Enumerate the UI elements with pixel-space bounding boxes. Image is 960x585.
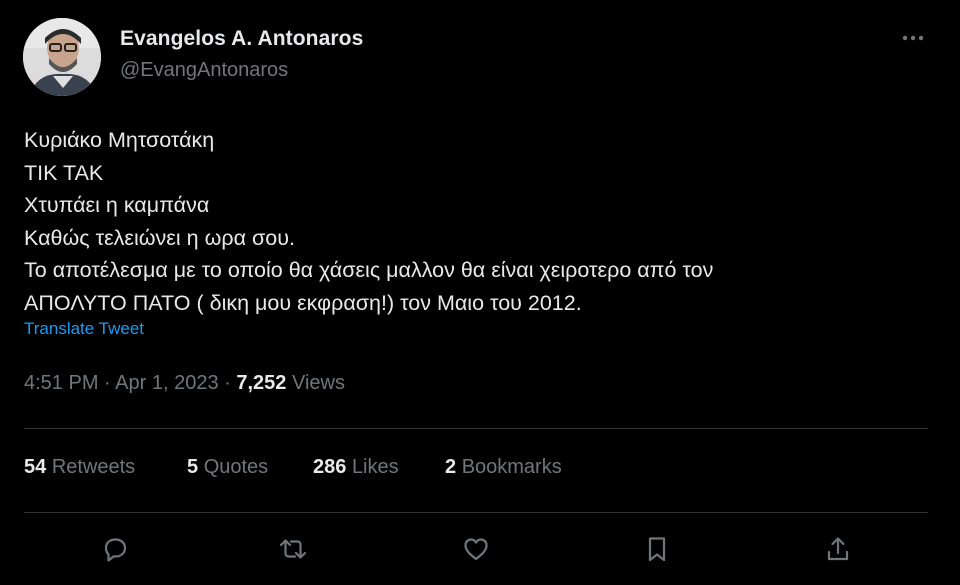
author-name[interactable]: Evangelos A. Antonaros (120, 27, 363, 51)
meta-separator: · (98, 372, 116, 394)
bookmarks-count: 2 (445, 456, 457, 478)
tweet-text-line: Καθώς τελειώνει η ωρα σου. (24, 225, 295, 250)
like-button[interactable] (459, 532, 493, 566)
quotes-label: Quotes (203, 456, 269, 478)
quotes-stat[interactable]: 5 Quotes (187, 456, 268, 479)
likes-count: 286 (313, 456, 347, 478)
reply-button[interactable] (98, 532, 132, 566)
likes-stat[interactable]: 286 Likes (313, 456, 399, 479)
share-button[interactable] (821, 532, 855, 566)
tweet-meta: 4:51 PM · Apr 1, 2023 · 7,252 Views (24, 372, 345, 395)
views-label: Views (291, 372, 345, 394)
tweet-text-line: ΑΠΟΛΥΤΟ ΠΑΤΟ ( δικη μου εκφραση!) τον Μα… (24, 290, 582, 315)
more-options-button[interactable] (892, 28, 932, 48)
reply-icon (104, 538, 127, 562)
likes-label: Likes (351, 456, 399, 478)
retweets-stat[interactable]: 54 Retweets (24, 456, 135, 479)
avatar[interactable] (23, 18, 101, 96)
views-count: 7,252 (236, 372, 287, 394)
divider (24, 512, 928, 513)
bookmark-icon (648, 537, 666, 562)
share-icon (827, 537, 849, 561)
retweet-icon (279, 539, 307, 559)
heart-icon (464, 538, 488, 561)
tweet-time[interactable]: 4:51 PM (24, 372, 98, 394)
tweet-date[interactable]: Apr 1, 2023 (115, 372, 218, 394)
tweet-text-line: Το αποτέλεσμα με το οποίο θα χάσεις μαλλ… (24, 258, 714, 282)
avatar-photo (23, 18, 101, 96)
divider (24, 428, 928, 429)
tweet-text-line: Κυριάκο Μητσοτάκη (24, 128, 215, 152)
bookmarks-label: Bookmarks (461, 456, 562, 478)
tweet-text-line: ΤΙΚ ΤΑΚ (24, 160, 104, 185)
tweet-card: Evangelos A. Antonaros @EvangAntonaros Κ… (0, 0, 960, 585)
author-handle[interactable]: @EvangAntonaros (120, 59, 288, 82)
retweets-count: 54 (24, 456, 47, 478)
tweet-text-line: Χτυπάει η καμπάνα (24, 193, 210, 217)
retweets-label: Retweets (51, 456, 136, 478)
meta-separator: · (218, 372, 237, 394)
bookmark-button[interactable] (640, 532, 674, 566)
bookmarks-stat[interactable]: 2 Bookmarks (445, 456, 562, 479)
retweet-button[interactable] (276, 532, 310, 566)
quotes-count: 5 (187, 456, 199, 478)
translate-tweet-link[interactable]: Translate Tweet (24, 319, 144, 339)
more-dots-icon (902, 35, 924, 41)
tweet-text: Κυριάκο Μητσοτάκη ΤΙΚ ΤΑΚ Χτυπάει η καμπ… (24, 124, 713, 319)
